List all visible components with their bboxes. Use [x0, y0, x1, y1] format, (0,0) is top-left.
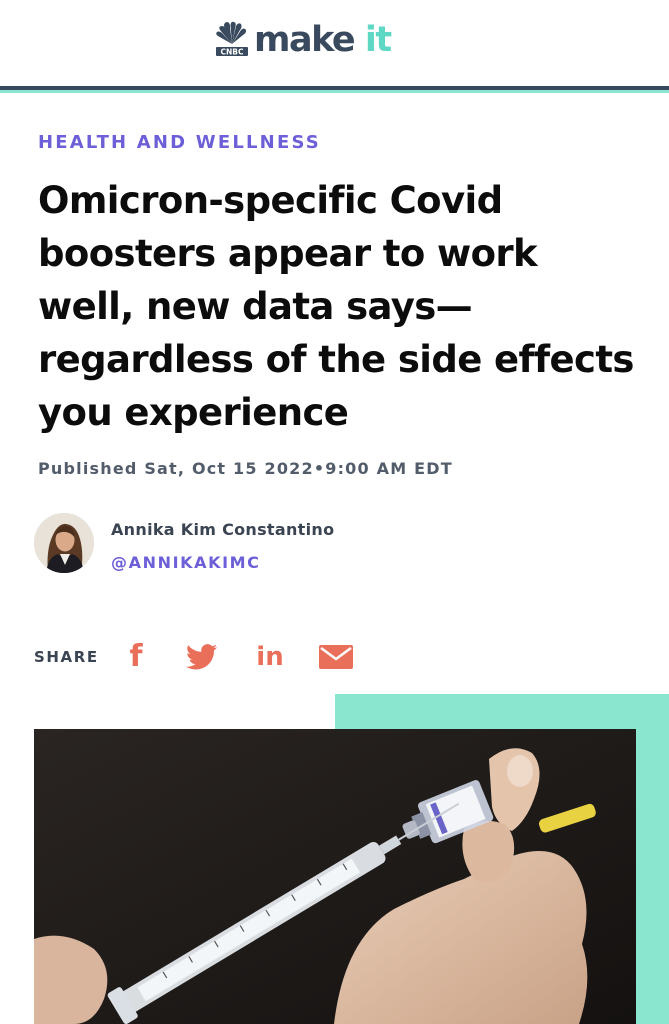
article-page: CNBC make it HEALTH AND WELLNESS Omicron… — [0, 0, 669, 1024]
share-label: SHARE — [34, 648, 99, 666]
article-headline: Omicron-specific Covid boosters appear t… — [38, 179, 634, 434]
twitter-icon — [186, 644, 218, 670]
linkedin-icon: in — [256, 642, 284, 672]
facebook-icon: f — [129, 639, 143, 674]
site-header: CNBC make it — [0, 0, 669, 86]
header-accent-divider — [0, 90, 669, 93]
share-email-button[interactable] — [318, 640, 354, 674]
brand-wordmark: make it — [254, 18, 392, 62]
cnbc-wordmark: CNBC — [220, 48, 243, 57]
category-link[interactable]: HEALTH AND WELLNESS — [38, 132, 321, 153]
email-icon — [319, 645, 353, 669]
author-avatar[interactable] — [34, 513, 94, 573]
author-twitter-handle[interactable]: @ANNIKAKIMC — [111, 553, 261, 572]
share-facebook-button[interactable]: f — [122, 640, 150, 674]
make-it-logo[interactable]: CNBC make it — [214, 18, 392, 62]
published-date: Published Sat, Oct 15 2022•9:00 AM EDT — [38, 459, 453, 478]
brand-main: make — [254, 20, 365, 60]
author-name[interactable]: Annika Kim Constantino — [111, 520, 334, 539]
cnbc-peacock-icon: CNBC — [214, 20, 250, 60]
brand-accent: it — [364, 20, 392, 60]
share-twitter-button[interactable] — [184, 640, 220, 674]
share-linkedin-button[interactable]: in — [252, 640, 288, 674]
article-hero-image[interactable] — [34, 729, 636, 1024]
